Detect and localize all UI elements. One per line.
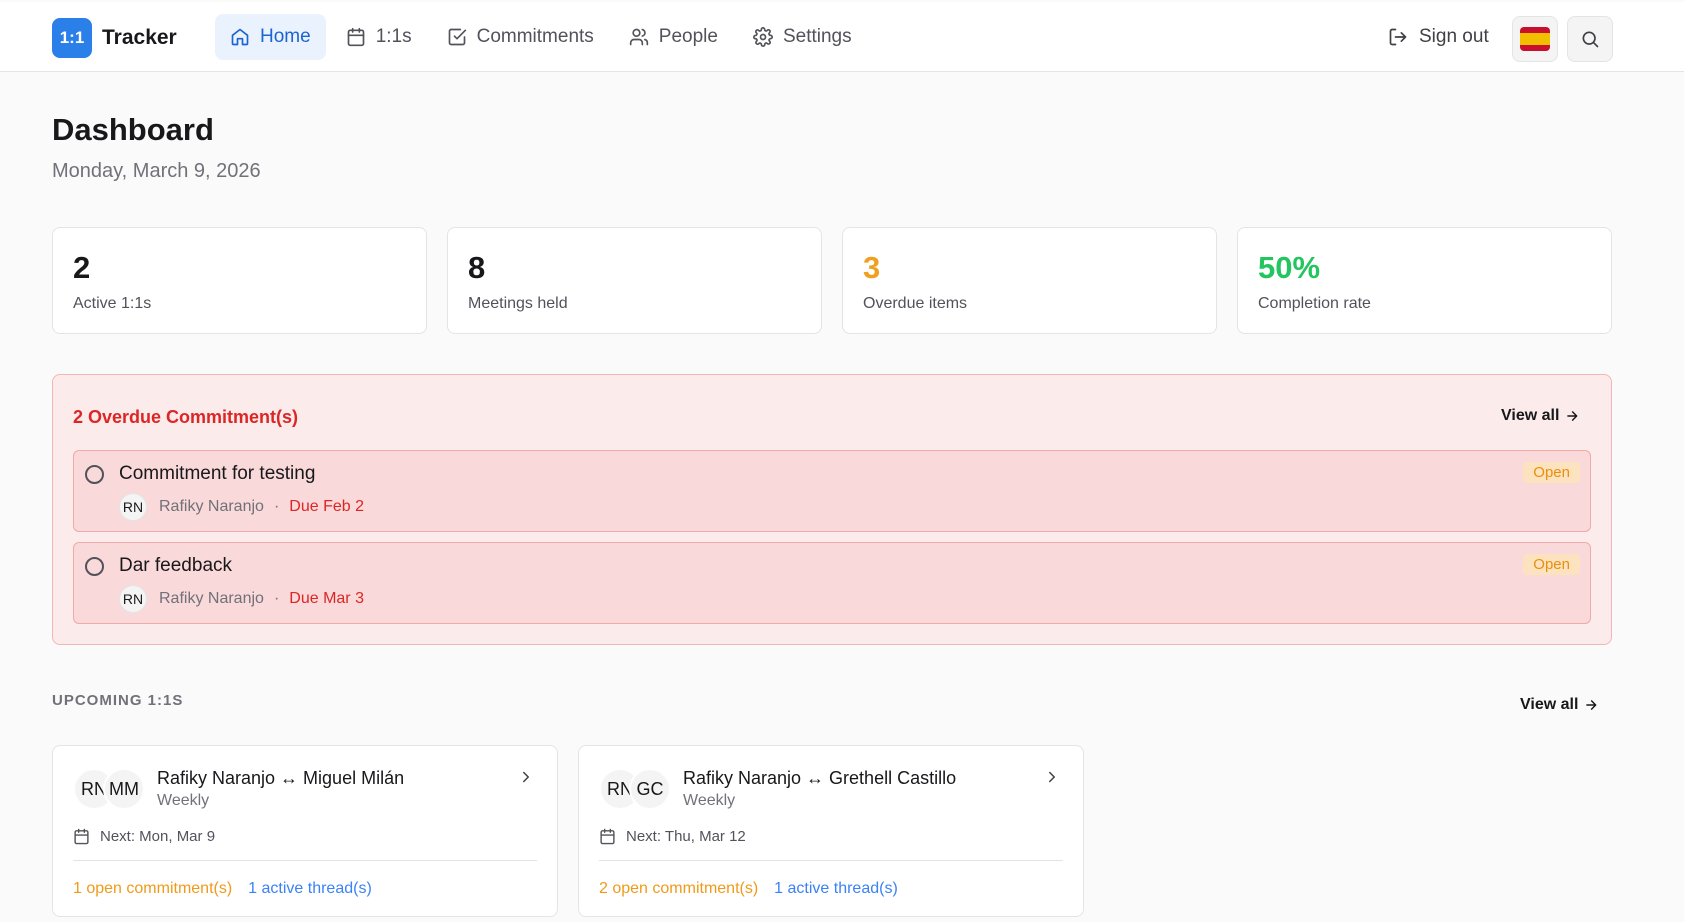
gear-icon (753, 27, 773, 47)
stat-card-meetings: 8 Meetings held (447, 227, 822, 334)
overdue-view-all-link[interactable]: View all (1501, 407, 1579, 425)
next-meeting: Next: Mon, Mar 9 (73, 828, 215, 845)
stat-label: Meetings held (468, 295, 568, 312)
sign-out-button[interactable]: Sign out (1388, 26, 1489, 48)
active-threads-count[interactable]: 1 active thread(s) (774, 880, 898, 898)
commitment-title: Dar feedback (119, 555, 233, 576)
calendar-icon (600, 828, 615, 845)
nav-commitments[interactable]: Commitments (432, 14, 609, 60)
nav-home-label: Home (260, 26, 311, 47)
avatar: RN (119, 493, 147, 521)
sign-out-label: Sign out (1419, 26, 1489, 47)
nav-one-on-ones-label: 1:1s (375, 26, 412, 47)
stat-value: 2 (73, 250, 91, 285)
language-switcher-button[interactable] (1512, 16, 1558, 62)
page-date: Monday, March 9, 2026 (52, 160, 261, 182)
overdue-title: 2 Overdue Commitment(s) (73, 407, 299, 427)
stat-card-active: 2 Active 1:1s (52, 227, 427, 334)
avatar: MM (103, 768, 145, 810)
main-nav: Home 1:1s Commitments People Settings (215, 14, 872, 60)
stat-label: Completion rate (1258, 295, 1371, 312)
upcoming-view-all-link[interactable]: View all (1520, 696, 1598, 714)
divider (599, 860, 1063, 861)
stat-value: 3 (863, 250, 881, 285)
one-on-one-pair: Rafiky Naranjo ↔ Grethell Castillo (683, 768, 957, 788)
complete-checkbox[interactable] (85, 557, 104, 576)
top-navigation-bar: 1:1 Tracker Home 1:1s Commitments People… (0, 2, 1684, 72)
card-footer: 2 open commitment(s) 1 active thread(s) (599, 880, 898, 898)
overdue-commitment-item[interactable]: Dar feedback RN Rafiky Naranjo · Due Mar… (73, 542, 1591, 624)
arrow-right-icon (1567, 411, 1578, 421)
commitment-title: Commitment for testing (119, 463, 316, 484)
commitment-owner: Rafiky Naranjo (159, 498, 264, 515)
overdue-commitment-item[interactable]: Commitment for testing RN Rafiky Naranjo… (73, 450, 1591, 532)
stat-label: Overdue items (863, 295, 968, 312)
next-meeting-date: Next: Thu, Mar 12 (626, 828, 746, 845)
nav-settings-label: Settings (782, 26, 852, 47)
overdue-commitments-panel: 2 Overdue Commitment(s) View all Commitm… (52, 374, 1612, 645)
chevron-right-icon[interactable] (517, 768, 535, 786)
separator: · (273, 498, 280, 515)
stat-card-completion: 50% Completion rate (1237, 227, 1612, 334)
nav-commitments-label: Commitments (476, 26, 594, 47)
page-title: Dashboard (52, 112, 214, 147)
avatar: RN (119, 585, 147, 613)
status-badge: Open (1523, 462, 1580, 483)
status-badge: Open (1523, 554, 1580, 575)
search-button[interactable] (1567, 16, 1613, 62)
open-commitments-count[interactable]: 1 open commitment(s) (73, 880, 232, 898)
chevron-right-icon[interactable] (1043, 768, 1061, 786)
spain-flag-icon (1520, 27, 1550, 51)
nav-people[interactable]: People (614, 14, 733, 60)
divider (73, 860, 537, 861)
one-on-one-card[interactable]: RN MM Rafiky Naranjo ↔ Miguel Milán Week… (52, 745, 558, 917)
open-commitments-count[interactable]: 2 open commitment(s) (599, 880, 758, 898)
sign-out-icon (1389, 28, 1407, 46)
commitment-due-date: Due Mar 3 (289, 590, 364, 607)
avatar-stack: RN MM (73, 768, 153, 810)
one-on-one-frequency: Weekly (157, 792, 210, 809)
commitment-owner: Rafiky Naranjo (159, 590, 264, 607)
complete-checkbox[interactable] (85, 465, 104, 484)
stat-value: 50% (1258, 250, 1321, 285)
commitment-meta: RN Rafiky Naranjo · Due Feb 2 (119, 493, 364, 521)
app-name[interactable]: Tracker (102, 26, 177, 50)
avatar: GC (629, 768, 671, 810)
view-all-label: View all (1501, 407, 1560, 424)
home-icon (231, 28, 249, 46)
one-on-one-frequency: Weekly (683, 792, 736, 809)
app-logo[interactable]: 1:1 (52, 18, 92, 58)
active-threads-count[interactable]: 1 active thread(s) (248, 880, 372, 898)
stat-value: 8 (468, 250, 486, 285)
nav-one-on-ones[interactable]: 1:1s (331, 14, 427, 60)
nav-settings[interactable]: Settings (738, 14, 867, 60)
one-on-one-pair: Rafiky Naranjo ↔ Miguel Milán (157, 768, 405, 788)
one-on-one-card[interactable]: RN GC Rafiky Naranjo ↔ Grethell Castillo… (578, 745, 1084, 917)
separator: · (273, 590, 280, 607)
search-icon (1582, 31, 1599, 48)
card-footer: 1 open commitment(s) 1 active thread(s) (73, 880, 372, 898)
next-meeting-date: Next: Mon, Mar 9 (100, 828, 216, 845)
view-all-label: View all (1520, 696, 1579, 713)
commitment-meta: RN Rafiky Naranjo · Due Mar 3 (119, 585, 364, 613)
nav-home[interactable]: Home (215, 14, 326, 60)
upcoming-section-title: UPCOMING 1:1S (52, 692, 184, 709)
users-icon (629, 28, 648, 46)
checkbox-icon (448, 28, 466, 46)
nav-people-label: People (658, 26, 718, 47)
commitment-due-date: Due Feb 2 (289, 498, 364, 515)
arrow-right-icon (1586, 700, 1597, 710)
stat-label: Active 1:1s (73, 295, 152, 312)
calendar-icon (347, 27, 365, 47)
stat-card-overdue: 3 Overdue items (842, 227, 1217, 334)
calendar-icon (74, 828, 89, 845)
avatar-stack: RN GC (599, 768, 679, 810)
next-meeting: Next: Thu, Mar 12 (599, 828, 746, 845)
